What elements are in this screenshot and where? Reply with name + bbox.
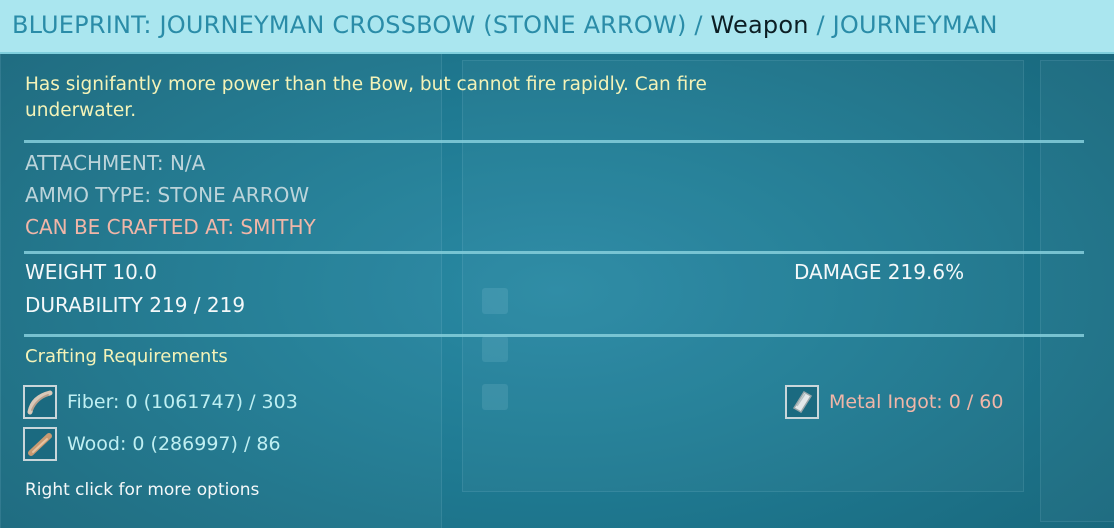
requirement-metal-ingot[interactable]: Metal Ingot: 0 / 60	[785, 384, 1003, 420]
fiber-icon	[23, 385, 57, 419]
crafting-requirements-title: Crafting Requirements	[25, 346, 228, 367]
attachment-info: ATTACHMENT: N/A	[25, 151, 206, 175]
tooltip-body: Has signifantly more power than the Bow,…	[0, 52, 1114, 528]
ammo-type-info: AMMO TYPE: STONE ARROW	[25, 183, 310, 207]
context-hint: Right click for more options	[25, 480, 260, 500]
crafted-at-info: CAN BE CRAFTED AT: SMITHY	[25, 215, 316, 239]
tooltip-header: BLUEPRINT: JOURNEYMAN CROSSBOW (STONE AR…	[0, 0, 1114, 54]
weight-stat: WEIGHT 10.0	[25, 260, 157, 284]
item-description: Has signifantly more power than the Bow,…	[25, 74, 707, 121]
requirement-label: Wood: 0 (286997) / 86	[67, 433, 281, 455]
wood-icon	[23, 427, 57, 461]
item-category: Weapon	[710, 11, 809, 39]
requirement-label: Metal Ingot: 0 / 60	[829, 391, 1004, 413]
divider	[24, 251, 1084, 254]
item-tooltip: BLUEPRINT: JOURNEYMAN CROSSBOW (STONE AR…	[0, 0, 1114, 528]
item-quality: / JOURNEYMAN	[816, 11, 998, 39]
requirement-label: Fiber: 0 (1061747) / 303	[67, 391, 298, 413]
requirement-fiber[interactable]: Fiber: 0 (1061747) / 303	[23, 384, 298, 420]
metal-ingot-icon	[785, 385, 819, 419]
durability-stat: DURABILITY 219 / 219	[25, 293, 246, 317]
blueprint-name: BLUEPRINT: JOURNEYMAN CROSSBOW (STONE AR…	[12, 11, 703, 39]
divider	[24, 334, 1084, 337]
requirement-wood[interactable]: Wood: 0 (286997) / 86	[23, 426, 281, 462]
damage-stat: DAMAGE 219.6%	[794, 260, 965, 284]
divider	[24, 140, 1084, 143]
item-title: BLUEPRINT: JOURNEYMAN CROSSBOW (STONE AR…	[12, 8, 998, 42]
